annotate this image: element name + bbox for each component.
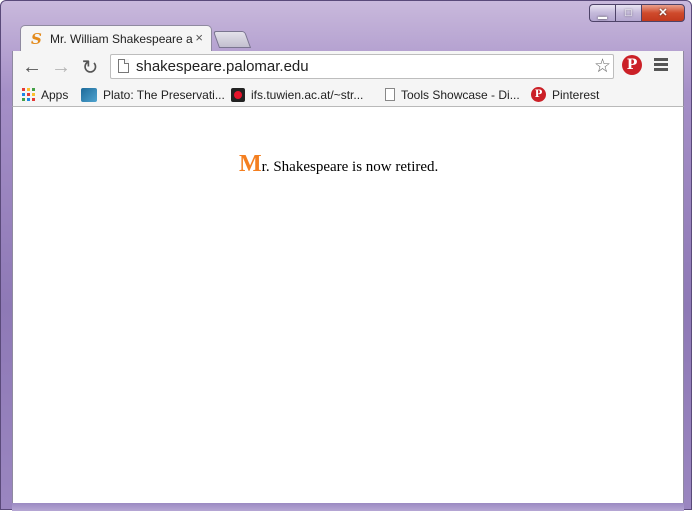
bookmark-label: Tools Showcase - Di... [401,87,520,102]
shakespeare-favicon-icon: S [31,30,42,48]
dropcap-letter: M [239,151,262,177]
page-content: Mr. Shakespeare is now retired. [12,107,684,503]
close-icon: ✕ [658,6,668,19]
bookmarks-bar: Apps Plato: The Preservati... ifs.tuwien… [12,82,684,107]
menu-bar-3 [654,68,668,71]
minimize-button[interactable]: ▁ [589,4,615,22]
bookmark-pinterest[interactable]: P Pinterest [531,86,599,103]
tab-close-icon[interactable]: × [195,30,203,45]
bookmark-label: Plato: The Preservati... [103,87,225,102]
bookmark-star-icon[interactable]: ☆ [594,55,611,78]
bookmark-ifs-tuwien[interactable]: ifs.tuwien.ac.at/~str... [231,86,363,103]
new-tab-button[interactable] [212,31,252,48]
chrome-menu-button[interactable] [654,58,668,73]
window-controls: ▁ □ ✕ [589,4,685,22]
maximize-icon: □ [625,6,632,19]
record-icon [231,87,245,102]
apps-grid-icon [22,88,35,101]
pinterest-icon: P [531,87,546,102]
minimize-icon: ▁ [598,6,607,19]
menu-bar-2 [654,63,668,66]
close-window-button[interactable]: ✕ [641,4,685,22]
back-arrow-icon: ← [22,55,42,78]
toolbar: ← → ↻ shakespeare.palomar.edu ☆ P [12,51,684,82]
maximize-button[interactable]: □ [615,4,641,22]
forward-arrow-icon: → [51,55,71,78]
bookmark-tools-showcase[interactable]: Tools Showcase - Di... [385,86,520,103]
url-text[interactable]: shakespeare.palomar.edu [136,58,309,75]
tab-active[interactable]: S Mr. William Shakespeare a × [20,25,212,51]
tab-title: Mr. William Shakespeare a [50,32,193,46]
forward-button[interactable]: → [49,55,73,79]
pinterest-extension-icon[interactable]: P [622,55,642,75]
menu-bar-1 [654,58,668,61]
reload-button[interactable]: ↻ [78,55,102,79]
plato-icon [81,87,97,102]
browser-window: ▁ □ ✕ S Mr. William Shakespeare a × ← → … [0,0,692,511]
message-text: r. Shakespeare is now retired. [261,159,439,175]
bookmark-label: Apps [41,87,69,102]
bookmark-apps[interactable]: Apps [22,86,68,103]
page-icon [118,59,129,73]
page-icon [385,88,395,101]
bookmark-label: ifs.tuwien.ac.at/~str... [251,87,364,102]
bookmark-plato[interactable]: Plato: The Preservati... [81,86,225,103]
back-button[interactable]: ← [20,55,44,79]
reload-icon: ↻ [81,56,99,79]
bookmark-label: Pinterest [552,87,600,102]
retirement-message: Mr. Shakespeare is now retired. [239,151,438,178]
address-bar[interactable]: shakespeare.palomar.edu ☆ [110,54,614,79]
